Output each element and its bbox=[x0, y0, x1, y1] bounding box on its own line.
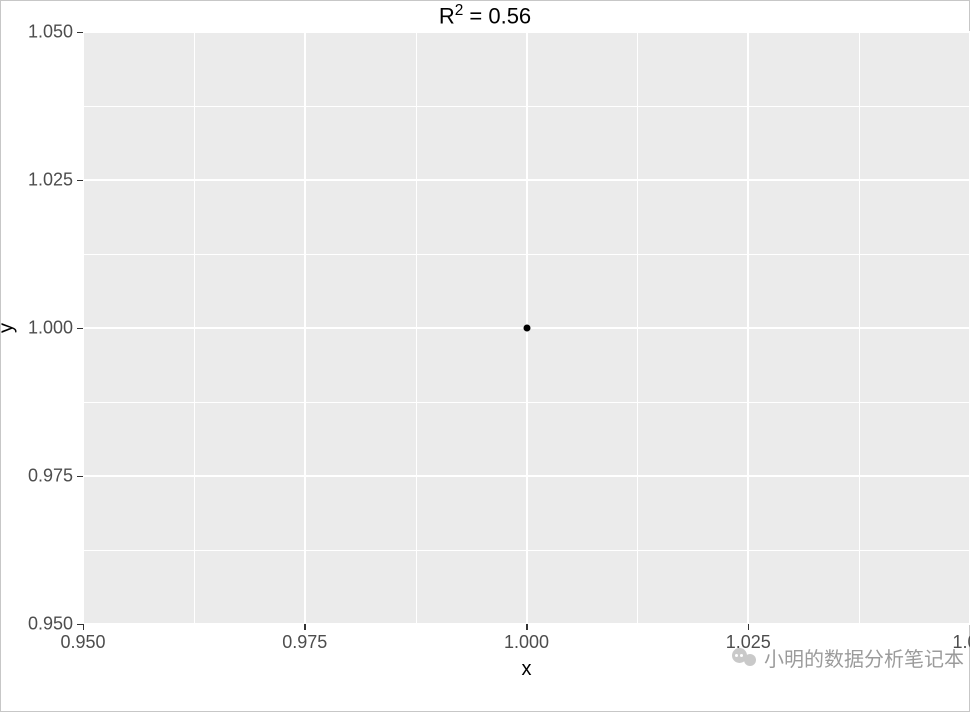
x-axis-title: x bbox=[522, 658, 532, 681]
grid-minor-v bbox=[637, 32, 638, 624]
grid-minor-v bbox=[416, 32, 417, 624]
x-tick-mark bbox=[748, 624, 750, 630]
x-tick-label: 0.975 bbox=[282, 632, 327, 653]
chart-title: R2 = 0.56 bbox=[0, 2, 970, 29]
grid-minor-v bbox=[859, 32, 860, 624]
grid-major-h bbox=[83, 31, 970, 33]
x-tick-mark bbox=[304, 624, 306, 630]
chart-container: R2 = 0.56 0.9500.9751.0001.0251.050 0.95… bbox=[0, 0, 970, 712]
y-tick-label: 1.025 bbox=[28, 170, 73, 191]
y-tick-mark bbox=[77, 180, 83, 182]
y-tick-label: 1.000 bbox=[28, 318, 73, 339]
grid-minor-h bbox=[83, 106, 970, 107]
y-tick-mark bbox=[77, 328, 83, 330]
grid-minor-h bbox=[83, 254, 970, 255]
x-tick-label: 1.000 bbox=[504, 632, 549, 653]
wechat-icon bbox=[732, 647, 758, 669]
x-tick-mark bbox=[526, 624, 528, 630]
watermark-text: 小明的数据分析笔记本 bbox=[764, 643, 964, 672]
grid-minor-h bbox=[83, 402, 970, 403]
y-tick-label: 1.050 bbox=[28, 22, 73, 43]
y-axis-title: y bbox=[0, 323, 19, 333]
x-tick-label: 0.950 bbox=[60, 632, 105, 653]
watermark: 小明的数据分析笔记本 bbox=[732, 643, 964, 672]
y-tick-mark bbox=[77, 476, 83, 478]
grid-minor-v bbox=[194, 32, 195, 624]
grid-major-h bbox=[83, 179, 970, 181]
y-tick-mark bbox=[77, 32, 83, 34]
y-tick-label: 0.975 bbox=[28, 466, 73, 487]
x-tick-mark bbox=[83, 624, 85, 630]
grid-major-h bbox=[83, 475, 970, 477]
grid-minor-h bbox=[83, 550, 970, 551]
data-point bbox=[523, 325, 530, 332]
